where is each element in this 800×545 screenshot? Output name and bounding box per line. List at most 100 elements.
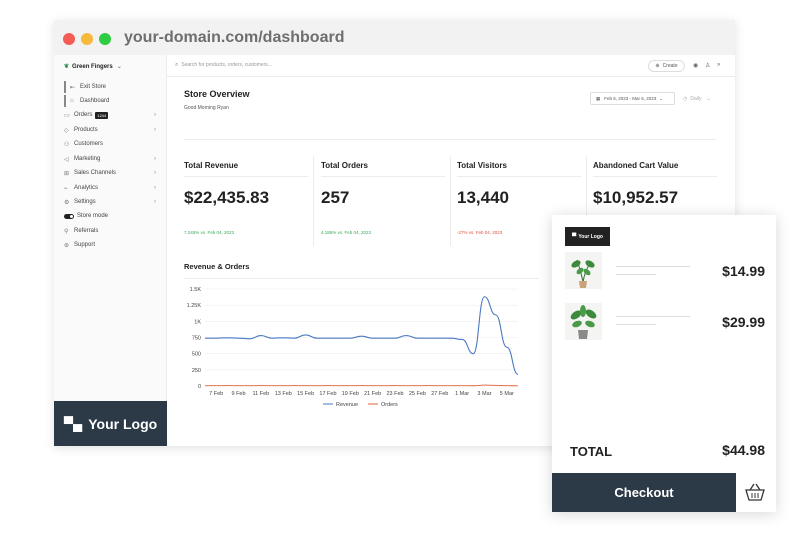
x-tick-label: 21 Feb xyxy=(364,391,381,397)
product-thumbnail[interactable] xyxy=(565,303,602,340)
y-tick-label: 1K xyxy=(194,319,201,325)
store-switcher[interactable]: ❦ Green Fingers ⌄ xyxy=(64,63,122,70)
x-tick-label: 5 Mar xyxy=(500,391,514,397)
item-price: $29.99 xyxy=(722,314,765,330)
sidebar-item-label: Sales Channels xyxy=(74,170,117,176)
sidebar-item-referrals[interactable]: ⚲ Referrals xyxy=(64,225,156,237)
x-tick-label: 13 Feb xyxy=(275,391,292,397)
sidebar-item-label: Customers xyxy=(74,141,104,147)
analytics-icon: ⌁ xyxy=(64,185,68,192)
x-tick-label: 27 Feb xyxy=(431,391,448,397)
chevron-right-icon: › xyxy=(154,112,156,118)
metric-label: Total Visitors xyxy=(457,161,507,170)
sidebar-item-label: Marketing xyxy=(74,156,101,162)
chevron-right-icon: › xyxy=(154,170,156,176)
leaf-icon: ❦ xyxy=(64,64,70,70)
browser-titlebar: your-domain.com/dashboard xyxy=(54,20,735,55)
metric-value: $22,435.83 xyxy=(184,188,270,207)
divider xyxy=(184,139,716,140)
x-tick-label: 19 Feb xyxy=(342,391,359,397)
topbar: ⌕ Search for products, orders, customers.… xyxy=(167,55,735,77)
y-tick-label: 500 xyxy=(192,352,201,358)
placeholder-line xyxy=(616,274,656,275)
users-icon: ⚇ xyxy=(64,141,70,148)
globe-icon[interactable]: ◉ xyxy=(693,62,698,69)
metric-delta: 4.185% vs. Feb 04, 2023 xyxy=(321,230,372,235)
product-thumbnail[interactable] xyxy=(565,252,602,289)
placeholder-line xyxy=(616,266,690,267)
metric-label: Abandoned Cart Value xyxy=(593,161,679,170)
sidebar-item-orders[interactable]: ▭ Orders 1244 › xyxy=(64,109,156,121)
x-tick-label: 1 Mar xyxy=(455,391,469,397)
chevron-right-icon: › xyxy=(154,185,156,191)
user-icon[interactable]: ♙ xyxy=(705,62,710,69)
sidebar-item-label: Orders xyxy=(74,112,93,118)
sidebar-item-dashboard[interactable]: ⌂ Dashboard xyxy=(64,95,156,107)
greeting: Good Morning Ryan xyxy=(184,105,229,111)
sidebar-item-products[interactable]: ◇ Products › xyxy=(64,124,156,136)
sidebar-item-support[interactable]: ⊛ Support xyxy=(64,239,156,251)
total-label: TOTAL xyxy=(570,444,613,459)
sidebar-item-label: Support xyxy=(74,242,96,248)
clock-icon: ◷ xyxy=(683,96,688,102)
sidebar-item-label: Store mode xyxy=(77,213,109,219)
date-range-value: Feb 6, 2023 - Mar 6, 2023 xyxy=(604,96,657,101)
close-window-button[interactable] xyxy=(63,33,75,45)
x-tick-label: 17 Feb xyxy=(319,391,336,397)
metric-label: Total Orders xyxy=(321,161,368,170)
chevron-right-icon: › xyxy=(154,199,156,205)
metric-delta: 7.245% vs. Feb 04, 2023 xyxy=(184,230,235,235)
legend-label-orders: Orders xyxy=(381,402,398,408)
calendar-icon: ▦ xyxy=(596,95,601,101)
plus-circle-icon: ⊕ xyxy=(655,63,660,69)
sidebar-item-label: Settings xyxy=(74,199,96,205)
divider xyxy=(313,156,314,246)
screenshot-stage: your-domain.com/dashboard ❦ Green Fingers… xyxy=(0,0,800,545)
x-tick-label: 7 Feb xyxy=(209,391,223,397)
y-tick-label: 750 xyxy=(192,336,201,342)
plant-icon xyxy=(565,252,602,289)
series-line-orders xyxy=(205,384,519,387)
date-range-picker[interactable]: ▦ Feb 6, 2023 - Mar 6, 2023 ⌄ xyxy=(590,92,675,105)
cart-logo: ▀ Your Logo xyxy=(565,227,610,246)
search-input[interactable]: ⌕ Search for products, orders, customers.… xyxy=(175,62,272,69)
collapse-icon[interactable]: » xyxy=(717,62,720,68)
sidebar-item-sales-channels[interactable]: ⊞ Sales Channels › xyxy=(64,167,156,179)
store-mode-toggle[interactable] xyxy=(64,213,74,219)
sidebar-item-customers[interactable]: ⚇ Customers xyxy=(64,138,156,150)
y-tick-label: 0 xyxy=(198,384,201,390)
metric-card-revenue: Total Revenue $22,435.83 7.245% vs. Feb … xyxy=(184,154,308,244)
sidebar-item-store-mode[interactable]: Store mode xyxy=(64,210,156,222)
sidebar-item-settings[interactable]: ⚙ Settings › xyxy=(64,196,156,208)
x-tick-label: 3 Mar xyxy=(477,391,491,397)
orders-count-badge: 1244 xyxy=(95,111,109,119)
address-bar[interactable]: your-domain.com/dashboard xyxy=(124,29,344,47)
granularity-value: Daily xyxy=(690,96,702,102)
storefront-icon: ▀ xyxy=(572,233,577,240)
sidebar-item-marketing[interactable]: ◁ Marketing › xyxy=(64,153,156,165)
placeholder-line xyxy=(616,316,690,317)
basket-icon[interactable] xyxy=(744,482,766,502)
metric-label: Total Revenue xyxy=(184,161,239,170)
y-tick-label: 250 xyxy=(192,368,201,374)
chevron-right-icon: › xyxy=(154,156,156,162)
granularity-select[interactable]: ◷ Daily ⌄ xyxy=(683,96,711,102)
support-icon: ⊛ xyxy=(64,242,70,249)
revenue-orders-chart: 0 250 500 750 1K 1.25K 1.5K 7 Feb 9 Feb 11 Feb 13 … xyxy=(187,287,519,408)
checkout-button[interactable]: Checkout xyxy=(552,473,736,512)
minimize-window-button[interactable] xyxy=(81,33,93,45)
sidebar-item-exit-store[interactable]: ⇤ Exit Store xyxy=(64,81,156,93)
total-value: $44.98 xyxy=(722,442,765,458)
maximize-window-button[interactable] xyxy=(99,33,111,45)
chevron-down-icon: ⌄ xyxy=(659,95,664,101)
storefront-icon: ▀▄ xyxy=(63,416,83,431)
sidebar-item-label: Products xyxy=(74,127,98,133)
metric-delta: -27% vs. Feb 04, 2023 xyxy=(457,230,503,235)
divider xyxy=(321,176,445,177)
cart-logo-text: Your Logo xyxy=(578,233,603,240)
sidebar-item-analytics[interactable]: ⌁ Analytics › xyxy=(64,182,156,194)
tag-icon: ◇ xyxy=(64,127,69,134)
metric-value: 13,440 xyxy=(457,188,509,207)
divider xyxy=(184,176,308,177)
create-button[interactable]: ⊕ Create xyxy=(648,60,685,72)
